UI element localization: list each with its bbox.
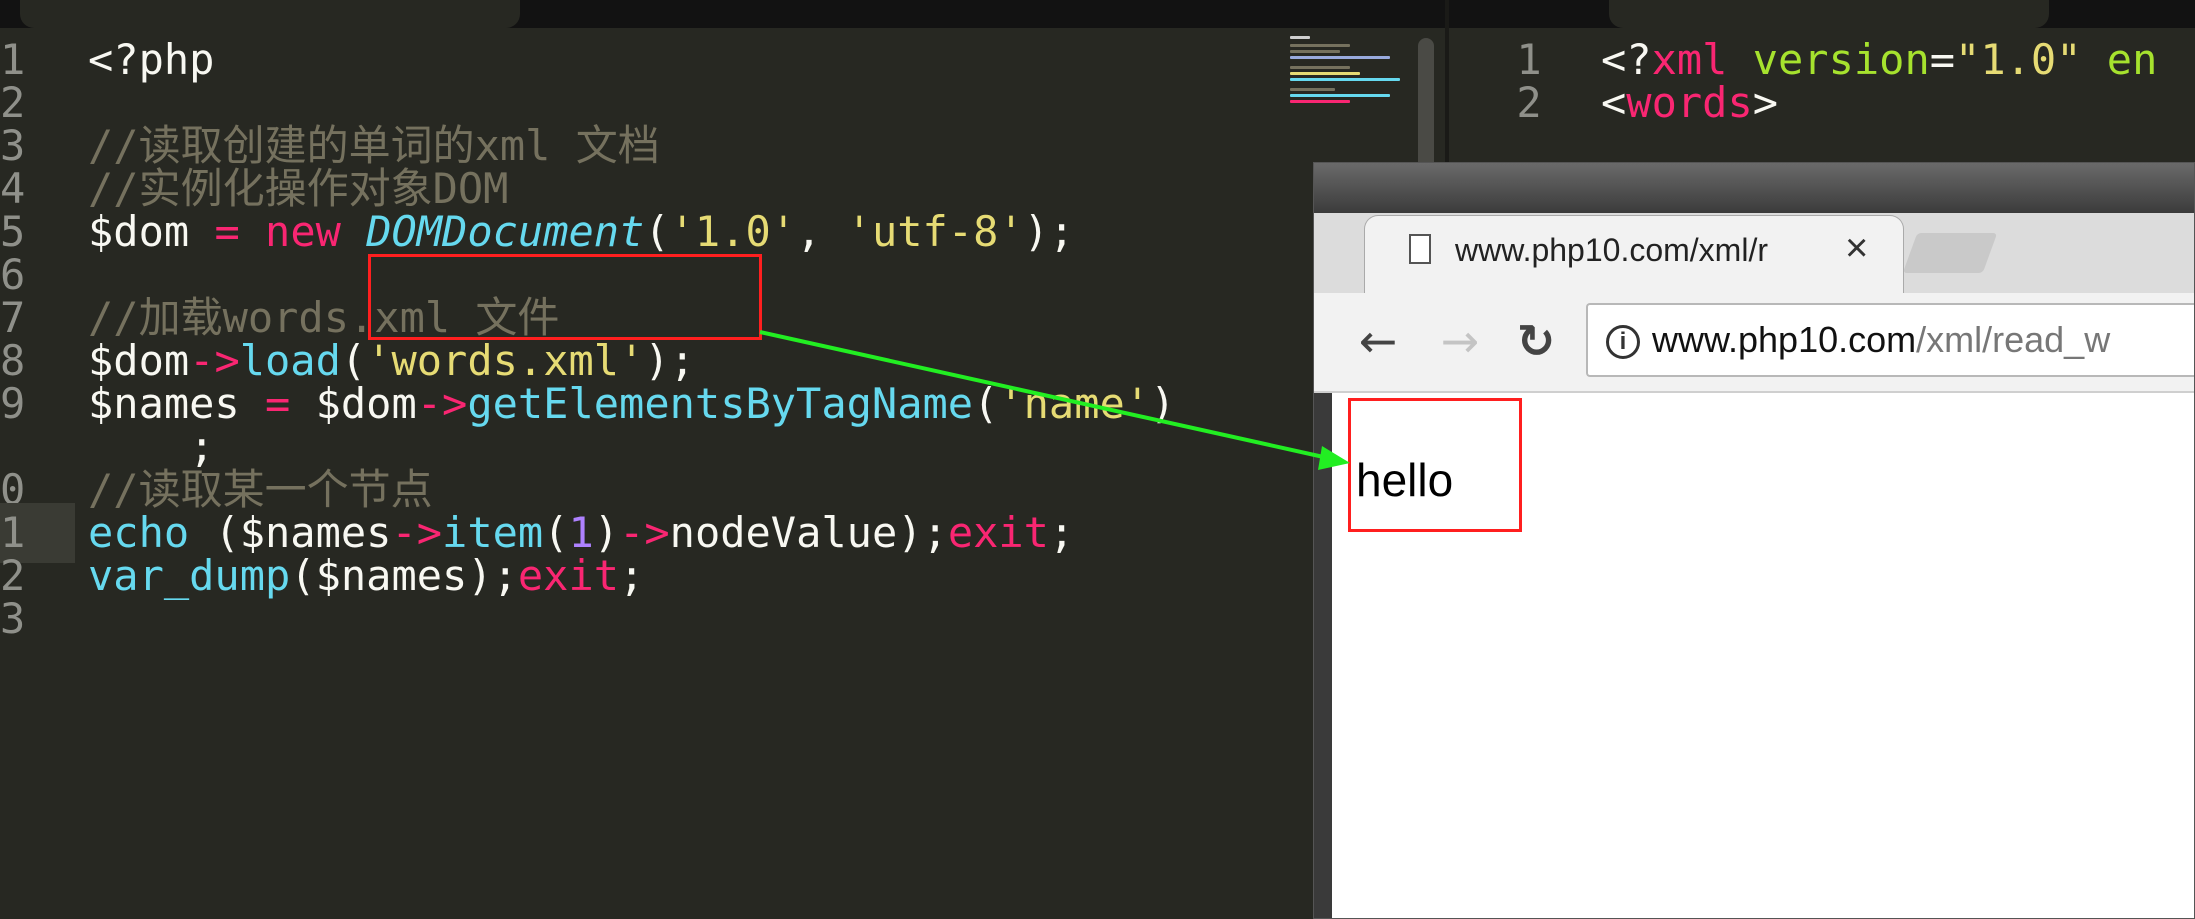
highlight-box-output [1348,398,1522,532]
code-token: DOMDocument [366,207,645,256]
code-token: en [2106,35,2158,84]
page-document-icon [1409,234,1431,264]
minimap[interactable] [1290,32,1400,112]
code-token: = [265,379,291,428]
right-tab-strip [1449,0,2195,28]
code-text[interactable]: $dom = new DOMDocument('1.0', 'utf-8'); [88,202,1074,262]
browser-left-edge [1314,393,1332,918]
code-token: , [796,207,847,256]
reload-icon[interactable]: ↻ [1506,311,1566,371]
code-token: ; [1048,508,1075,557]
code-token: ( [973,379,999,428]
code-token: 'name' [998,379,1151,428]
browser-tab-bar: www.php10.com/xml/r × [1314,163,2194,293]
code-text[interactable]: <words> [1601,73,1778,133]
code-token: ; [619,551,645,600]
code-token: > [1752,78,1779,127]
url-domain: www.php10.com [1652,319,1917,360]
code-token: ) [1150,379,1176,428]
code-token: "1.0" [1955,35,2082,84]
browser-window: www.php10.com/xml/r × ← → ↻ i www.php10.c… [1313,162,2195,919]
editor-scrollbar[interactable] [1418,38,1434,178]
code-token: nodeValue); [669,508,948,557]
left-tab-strip [0,0,1447,28]
code-token: version [1752,35,1930,84]
close-tab-icon[interactable]: × [1845,226,1868,271]
code-token: 'utf-8' [846,207,1024,256]
code-text[interactable]: <?php [88,30,214,90]
code-token: exit [517,551,620,600]
code-token: $dom [290,379,417,428]
code-token: < [1601,78,1627,127]
code-token: -> [416,379,468,428]
browser-tab-title: www.php10.com/xml/r [1455,232,1768,268]
code-token: = [214,207,240,256]
code-token: getElementsByTagName [467,379,974,428]
browser-toolbar: ← → ↻ i www.php10.com/xml/read_w [1314,293,2194,393]
code-token: exit [947,508,1049,557]
code-token: var_dump [88,551,291,600]
info-icon[interactable]: i [1606,325,1640,360]
line-number: 9 [0,379,26,428]
right-file-tab[interactable] [1609,0,2049,28]
code-text[interactable]: var_dump($names);exit; [88,546,644,606]
code-text[interactable]: $names = $dom->getElementsByTagName('nam… [88,374,1175,434]
line-number: 3 [0,594,26,643]
browser-tab[interactable]: www.php10.com/xml/r × [1364,215,1904,293]
highlight-box-domdocument [368,254,762,340]
code-token: $dom [88,207,215,256]
browser-titlebar [1314,163,2194,213]
address-bar[interactable]: i www.php10.com/xml/read_w [1586,303,2194,377]
code-token: ($names); [290,551,518,600]
code-token: <?php [88,35,215,84]
line-number: 2 [1516,78,1542,127]
code-token: words [1626,78,1753,127]
new-tab-button[interactable] [1902,233,1998,273]
code-token: new [265,207,341,256]
left-file-tab[interactable] [20,0,520,28]
url-path: /xml/read_w [1916,319,2111,360]
code-token: = [1929,35,1956,84]
code-token: '1.0' [669,207,797,256]
forward-arrow-icon[interactable]: → [1430,311,1490,371]
code-token: ( [644,207,670,256]
back-arrow-icon[interactable]: ← [1348,311,1408,371]
code-token: ); [1023,207,1075,256]
left-editor-pane[interactable]: 1 <?php 2 3//读取创建的单词的xml 文档 4//实例化操作对象DOM 5 $d… [0,28,1445,919]
